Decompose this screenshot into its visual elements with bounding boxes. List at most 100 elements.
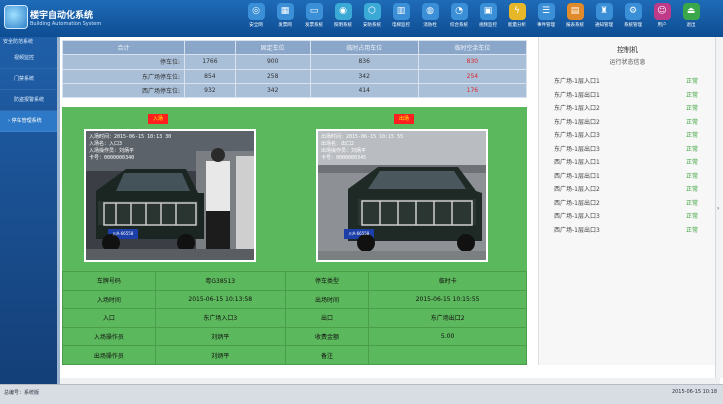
list-icon: ☰ [537, 3, 555, 20]
toolbar-button-user[interactable]: ☺ 用户 [646, 3, 678, 36]
list-item: 西广场-1层出口3 正常 [554, 225, 704, 236]
gate-status: 正常 [685, 186, 698, 193]
gate-name: 西广场-1层出口3 [554, 226, 600, 234]
list-item: 东广场-1层出口3 正常 [554, 144, 704, 155]
toolbar-button-label: 能量分析 [508, 23, 526, 28]
panel-subtitle: 运行状态信息 [609, 59, 646, 66]
cell-free: 254 [417, 68, 528, 84]
list-item: 东广场-1层入口1 正常 [554, 76, 704, 87]
elevator-icon: ▥ [392, 3, 410, 20]
out-time-value: 2015-06-15 10:15:55 [368, 289, 527, 310]
toolbar-button-report[interactable]: ▤ 报表系统 [559, 3, 591, 36]
cell-temp: 414 [309, 82, 419, 99]
row-label: 停车位: [61, 54, 186, 70]
gate-name: 东广场-1层出口2 [554, 118, 600, 126]
sidebar-item-access[interactable]: 门禁系统 [0, 69, 57, 90]
toolbar-button-gear[interactable]: ⚙ 系统管理 [617, 3, 649, 36]
type-label: 停车类型 [284, 271, 370, 291]
entry-camera-overlay: 入场时间：2015-06-15 10:13 30 入场名：入口3 入场操作员：刘… [89, 134, 172, 161]
gauge-icon: ◔ [450, 3, 468, 20]
header-temp: 临时占用车位 [309, 39, 419, 56]
keyboard-icon: ▦ [276, 3, 294, 20]
sidebar: 安全防范系统 视频监控 门禁系统 防盗报警系统 › 停车管理系统 [0, 37, 57, 384]
controller-status-panel: 控制机 运行状态信息 东广场-1层入口1 正常 东广场-1层出口1 正常 东广场-1层入… [538, 37, 716, 365]
toolbar-button-bulb[interactable]: ◉ 照明系统 [327, 3, 359, 36]
sidebar-item-video[interactable]: 视频监控 [0, 48, 57, 69]
toolbar-button-hydrant[interactable]: ◍ 消防栓 [414, 3, 446, 36]
plate-value: 粤G38513 [154, 271, 286, 291]
cell-total: 1766 [184, 54, 236, 70]
cell-fixed: 900 [234, 54, 311, 70]
cell-total: 932 [184, 82, 236, 99]
cell-temp: 836 [309, 54, 419, 70]
app-logo [4, 5, 28, 29]
globe-icon: ◎ [247, 3, 265, 20]
gate-name: 西广场-1层入口1 [554, 159, 600, 166]
fee-label: 收费金额 [284, 326, 370, 347]
row-label: 西广场停车位: [61, 82, 186, 99]
panel-title: 控制机 [617, 46, 638, 54]
out-operator-value: 刘炳平 [154, 345, 286, 365]
toolbar-button-label: 用户 [657, 23, 667, 28]
toolbar-button-label: 事件管理 [537, 23, 555, 28]
toolbar-button-elevator[interactable]: ▥ 电梯监控 [385, 3, 417, 36]
sidebar-item-label: 停车管理系统 [11, 118, 42, 124]
sidebar-header[interactable]: 安全防范系统 [0, 37, 57, 48]
exit-camera-label: 出场 [394, 114, 414, 124]
monitor-icon: ▣ [479, 3, 497, 20]
sidebar-item-parking[interactable]: › 停车管理系统 [0, 111, 57, 132]
status-clock: 2015-06-15 10:18 [671, 389, 717, 395]
vertical-scrollbar[interactable]: › [715, 37, 723, 378]
toolbar-button-card[interactable]: ▭ 发票系统 [298, 3, 330, 36]
gate-name: 西广场-1层出口2 [554, 199, 600, 207]
status-bar: 总编号：系统版 2015-06-15 10:18 [0, 384, 723, 404]
toolbar-button-label: 消防栓 [423, 23, 437, 28]
card-icon: ▭ [305, 3, 323, 20]
toolbar-button-label: 系统管理 [624, 23, 642, 28]
type-value: 临时卡 [368, 271, 527, 291]
toolbar-button-label: 安全网 [249, 23, 263, 28]
header-free: 临时空余车位 [417, 39, 528, 56]
table-row: 入口 东广场入口3 出口 东广场出口2 [62, 308, 527, 328]
table-row: 东广场停车位: 854 258 342 254 [61, 68, 528, 84]
toolbar-button-monitor[interactable]: ▣ 视频监控 [472, 3, 504, 36]
table-row: 出场操作员 刘炳平 备注 [62, 345, 527, 365]
table-row: 入场操作员 刘炳平 收费金额 5.00 [62, 326, 527, 347]
gate-status: 正常 [685, 78, 698, 85]
toolbar-button-gauge[interactable]: ◔ 综合系统 [443, 3, 475, 36]
toolbar-button-shield[interactable]: ⬡ 安防系统 [356, 3, 388, 36]
gate-status: 正常 [685, 105, 698, 112]
sidebar-splitter[interactable] [57, 37, 60, 384]
list-item: 西广场-1层出口1 正常 [554, 171, 704, 182]
gate-name: 西广场-1层入口3 [554, 213, 600, 220]
exit-camera-view[interactable]: 出场时间：2015-06-15 10:15 55 出场名：出口2 出场操作员：刘… [316, 129, 488, 262]
table-row: 入场时间 2015-06-15 10:13:58 出场时间 2015-06-15… [62, 289, 527, 310]
vehicle-info-table: 车牌号码 粤G38513 停车类型 临时卡 入场时间 2015-06-15 10… [62, 271, 527, 365]
toolbar-button-keyboard[interactable]: ▦ 发票网 [269, 3, 301, 36]
cell-temp: 342 [309, 68, 419, 84]
gate-status: 正常 [685, 226, 698, 234]
list-item: 西广场-1层入口1 正常 [554, 157, 704, 168]
note-label: 备注 [284, 345, 370, 365]
toolbar-button-label: 电梯监控 [392, 23, 410, 28]
toolbar-button-exit[interactable]: ⏏ 退出 [675, 3, 707, 36]
toolbar-button-notify[interactable]: ♜ 通知管理 [588, 3, 620, 36]
entry-camera-view[interactable]: 入场时间：2015-06-15 10:13 30 入场名：入口3 入场操作员：刘… [84, 129, 256, 262]
scroll-arrow-icon[interactable]: › [717, 205, 719, 212]
toolbar-button-energy[interactable]: ϟ 能量分析 [501, 3, 533, 36]
exit-plate: 川A·66558 [348, 231, 370, 236]
list-item: 西广场-1层出口2 正常 [554, 198, 704, 209]
sidebar-item-alarm[interactable]: 防盗报警系统 [0, 90, 57, 111]
toolbar-button-globe[interactable]: ◎ 安全网 [240, 3, 272, 36]
out-time-label: 出场时间 [284, 289, 370, 310]
hydrant-icon: ◍ [421, 3, 439, 20]
toolbar-button-label: 发票网 [278, 23, 292, 28]
cell-free: 830 [417, 54, 528, 70]
note-value [368, 345, 527, 365]
fee-value: 5.00 [368, 326, 527, 347]
gate-name: 西广场-1层入口2 [554, 186, 600, 193]
gate-status: 正常 [685, 91, 698, 99]
cell-fixed: 258 [234, 68, 311, 84]
table-row: 西广场停车位: 932 342 414 176 [61, 82, 528, 99]
toolbar-button-list[interactable]: ☰ 事件管理 [530, 3, 562, 36]
